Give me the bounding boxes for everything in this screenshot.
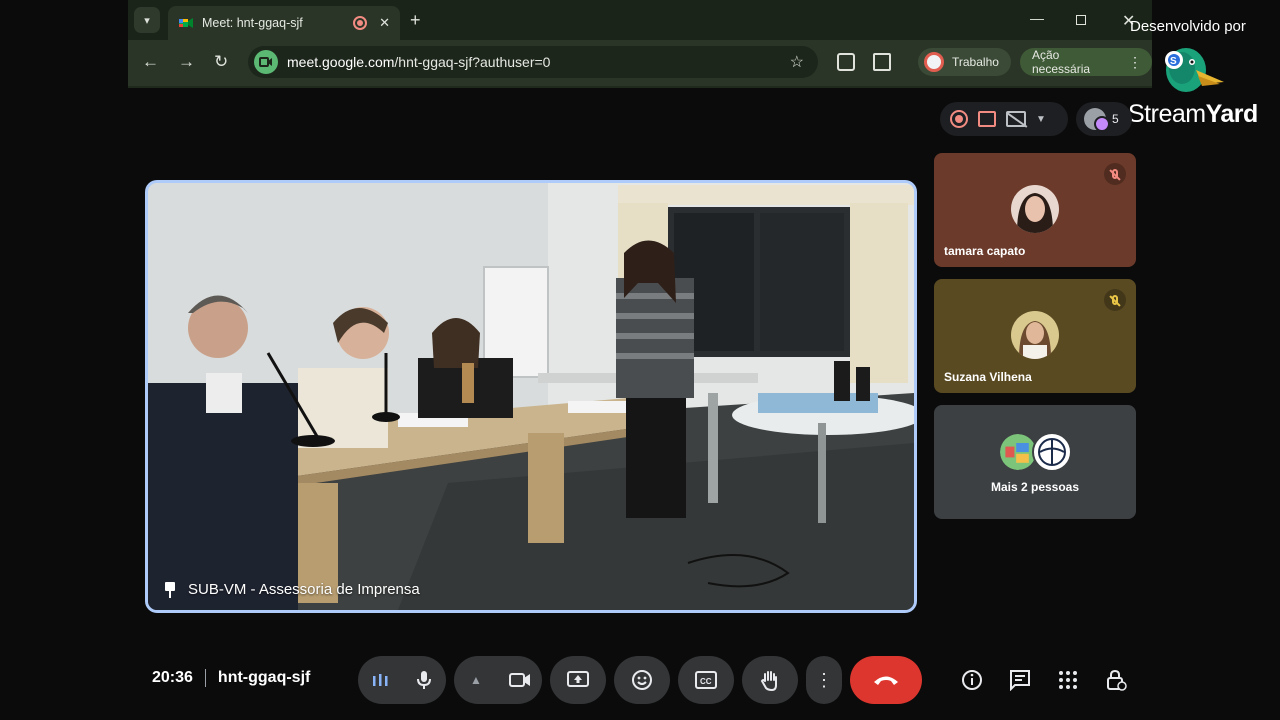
participant-name: Suzana Vilhena (944, 370, 1032, 384)
mic-off-icon (1104, 289, 1126, 311)
participant-tile[interactable]: Suzana Vilhena (934, 279, 1136, 393)
minimize-icon[interactable]: — (1030, 10, 1044, 26)
avatar (1032, 432, 1072, 472)
camera-icon[interactable] (498, 656, 542, 704)
meet-favicon (179, 18, 193, 28)
participant-tile[interactable]: tamara capato (934, 153, 1136, 267)
avatar-image (1011, 311, 1059, 359)
meeting-details: 20:36 hnt-ggaq-sjf (152, 669, 310, 687)
wordmark-bold: Yard (1205, 100, 1259, 128)
wordmark-light: Stream (1128, 100, 1206, 128)
reload-icon[interactable]: ↻ (214, 53, 228, 71)
divider (204, 669, 206, 687)
more-participants-tile[interactable]: Mais 2 pessoas (934, 405, 1136, 519)
svg-text:CC: CC (700, 677, 712, 686)
clock: 20:36 (152, 669, 193, 686)
tab-menu-icon[interactable]: ▾ (134, 7, 160, 33)
end-call-icon[interactable] (850, 656, 922, 704)
layout-icon[interactable] (1006, 111, 1026, 127)
more-options-icon[interactable]: ⋮ (806, 656, 842, 704)
participant-name: tamara capato (944, 244, 1026, 258)
profile-label: Trabalho (952, 55, 999, 69)
tab-strip: ▾ Meet: hnt-ggaq-sjf ✕ + — (128, 0, 1152, 40)
avatar (1011, 185, 1059, 233)
close-icon[interactable]: ✕ (379, 15, 390, 31)
recording-icon (353, 16, 368, 30)
pinned-video[interactable]: SUB-VM - Assessoria de Imprensa (145, 180, 917, 613)
new-tab-icon[interactable]: + (410, 10, 421, 31)
puzzle-icon[interactable] (873, 53, 891, 71)
more-avatars (998, 432, 1072, 472)
info-icon[interactable] (960, 668, 984, 692)
svg-text:S: S (1170, 56, 1177, 67)
chat-icon[interactable] (1008, 668, 1032, 692)
url-host: meet.google.com (287, 54, 395, 70)
back-icon[interactable]: ← (142, 53, 159, 71)
tab-title: Meet: hnt-ggaq-sjf (202, 16, 303, 30)
streamyard-wordmark: StreamYard (1128, 100, 1258, 129)
host-controls-icon[interactable] (1104, 668, 1128, 692)
audio-levels-icon[interactable] (358, 656, 402, 704)
emoji-icon[interactable] (614, 656, 670, 704)
avatar-image (1011, 185, 1059, 233)
meet-top-controls: ▼ (940, 102, 1068, 136)
extension-icon[interactable] (837, 53, 855, 71)
profile-avatar (924, 52, 944, 72)
recording-icon[interactable] (950, 110, 968, 128)
profile-chip[interactable]: Trabalho (918, 48, 1011, 76)
pinned-participant-label: SUB-VM - Assessoria de Imprensa (164, 581, 420, 598)
action-needed-chip[interactable]: Ação necessária ⋮ (1020, 48, 1152, 76)
mic-control-group (358, 656, 446, 704)
action-label: Ação necessária (1032, 48, 1091, 76)
captions-icon[interactable]: CC (678, 656, 734, 704)
present-icon[interactable] (550, 656, 606, 704)
pin-icon[interactable] (164, 581, 176, 598)
browser-toolbar: ← → ↻ meet.google.com/hnt-ggaq-sjf?authu… (128, 40, 1152, 86)
participant-count: 5 (1112, 112, 1119, 126)
raise-hand-icon[interactable] (742, 656, 798, 704)
more-participants-label: Mais 2 pessoas (990, 480, 1080, 494)
chevron-up-icon[interactable]: ▲ (454, 656, 498, 704)
meeting-code: hnt-ggaq-sjf (217, 669, 311, 686)
mic-off-glyph (1112, 295, 1118, 305)
maximize-icon[interactable] (1076, 15, 1086, 25)
screen: ▾ Meet: hnt-ggaq-sjf ✕ + — ← → ↻ meet.go… (0, 0, 1280, 720)
participants-button[interactable]: 5 (1076, 102, 1132, 136)
camera-control-group: ▲ (454, 656, 542, 704)
streamyard-developed-by: Desenvolvido por (1130, 18, 1246, 35)
participants-icon (1084, 108, 1110, 132)
address-bar[interactable]: meet.google.com/hnt-ggaq-sjf?authuser=0 … (248, 46, 818, 78)
apps-icon[interactable] (1056, 668, 1080, 692)
avatar-logo (1038, 438, 1066, 466)
streamyard-logo: S (1165, 48, 1224, 92)
mic-icon[interactable] (402, 656, 446, 704)
browser-window: ▾ Meet: hnt-ggaq-sjf ✕ + — ← → ↻ meet.go… (128, 0, 1152, 88)
avatar (1011, 311, 1059, 359)
pinned-participant-name: SUB-VM - Assessoria de Imprensa (188, 581, 420, 598)
mic-off-icon (1104, 163, 1126, 185)
url-path: /hnt-ggaq-sjf?authuser=0 (394, 54, 551, 70)
chevron-down-icon[interactable]: ▼ (1036, 114, 1046, 125)
transcript-icon[interactable] (978, 111, 996, 127)
url-text: meet.google.com/hnt-ggaq-sjf?authuser=0 (287, 54, 790, 70)
tab-meet[interactable]: Meet: hnt-ggaq-sjf ✕ (168, 6, 400, 40)
forward-icon[interactable]: → (178, 53, 195, 71)
mic-off-glyph (1112, 169, 1118, 179)
bookmark-star-icon[interactable]: ☆ (790, 52, 804, 72)
kebab-icon: ⋮ (1128, 53, 1142, 70)
video-frame (148, 183, 914, 610)
site-info-icon[interactable] (254, 50, 278, 74)
